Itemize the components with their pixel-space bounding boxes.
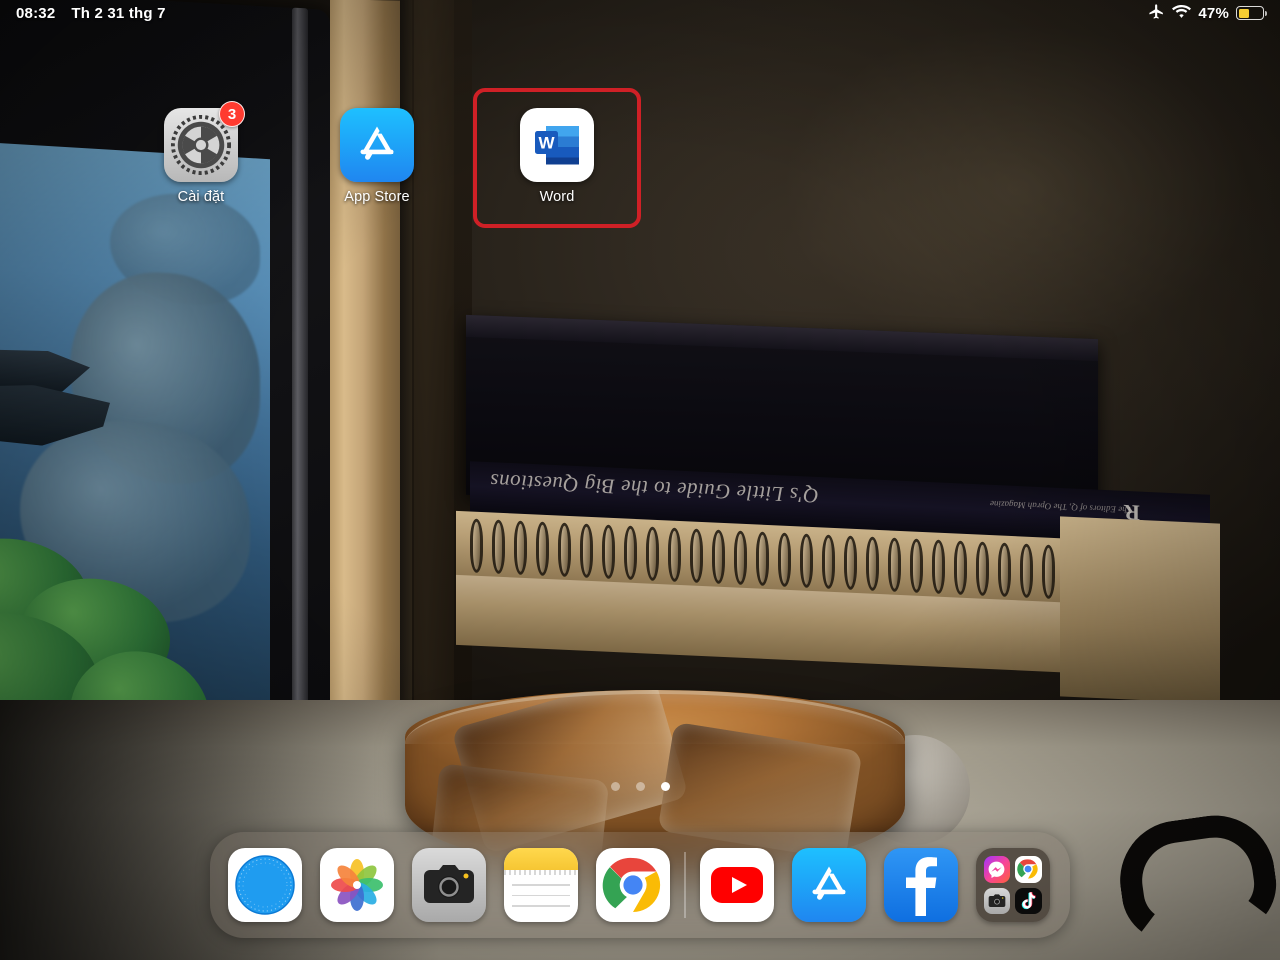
dock	[210, 832, 1070, 938]
airplane-mode-icon	[1148, 3, 1165, 24]
facebook-icon[interactable]	[883, 848, 958, 922]
page-dot-2[interactable]	[635, 782, 645, 791]
app-icon-app-store[interactable]: App Store	[318, 108, 436, 205]
battery-fill	[1238, 8, 1250, 18]
chrome-icon	[1015, 856, 1042, 883]
settings-icon-wrap[interactable]: 3	[164, 101, 245, 182]
dock-recent-group	[699, 848, 1050, 922]
app-store-icon[interactable]	[791, 848, 866, 922]
svg-text:W: W	[538, 134, 555, 153]
app-label-app-store: App Store	[344, 189, 410, 205]
messenger-icon	[983, 856, 1010, 883]
status-date: Th 2 31 thg 7	[71, 4, 166, 22]
recents-folder-icon[interactable]	[975, 848, 1050, 922]
status-bar-left: 08:32 Th 2 31 thg 7	[16, 5, 166, 22]
mug-handle	[1112, 807, 1280, 949]
notes-icon[interactable]	[504, 848, 578, 922]
status-bar-right: 47%	[1148, 3, 1267, 24]
settings-badge: 3	[219, 101, 245, 127]
app-store-icon-wrap[interactable]	[340, 108, 414, 182]
page-dot-1[interactable]	[610, 782, 620, 791]
dock-divider	[684, 852, 686, 918]
dock-left-group	[228, 848, 670, 922]
app-icon-word[interactable]: W Word	[498, 108, 616, 205]
camera-icon	[983, 887, 1010, 914]
battery-icon	[1236, 6, 1267, 20]
app-icon-settings[interactable]: 3 Cài đặt	[142, 101, 260, 205]
app-label-settings: Cài đặt	[177, 189, 225, 205]
page-indicator-dots[interactable]	[0, 782, 1280, 791]
safari-compass-icon[interactable]	[228, 848, 302, 922]
black-mug	[1112, 800, 1280, 960]
home-screen-grid: 3 Cài đặt App Store W Word	[0, 60, 1280, 760]
word-icon-wrap[interactable]: W	[520, 108, 594, 182]
notes-header-band	[504, 848, 578, 870]
app-label-word: Word	[539, 189, 575, 205]
notes-perforation	[504, 870, 578, 875]
camera-icon[interactable]	[412, 848, 486, 922]
status-time: 08:32	[16, 4, 56, 22]
app-store-icon[interactable]	[340, 108, 414, 182]
battery-percent-label: 47%	[1198, 4, 1229, 22]
microsoft-word-icon[interactable]: W	[520, 108, 594, 182]
tiktok-icon	[1015, 887, 1042, 914]
page-dot-3-active[interactable]	[660, 782, 670, 791]
chrome-icon[interactable]	[596, 848, 670, 922]
status-bar: 08:32 Th 2 31 thg 7 47%	[0, 0, 1280, 26]
youtube-icon[interactable]	[699, 848, 774, 922]
wifi-icon	[1172, 4, 1192, 23]
photos-icon[interactable]	[320, 848, 394, 922]
